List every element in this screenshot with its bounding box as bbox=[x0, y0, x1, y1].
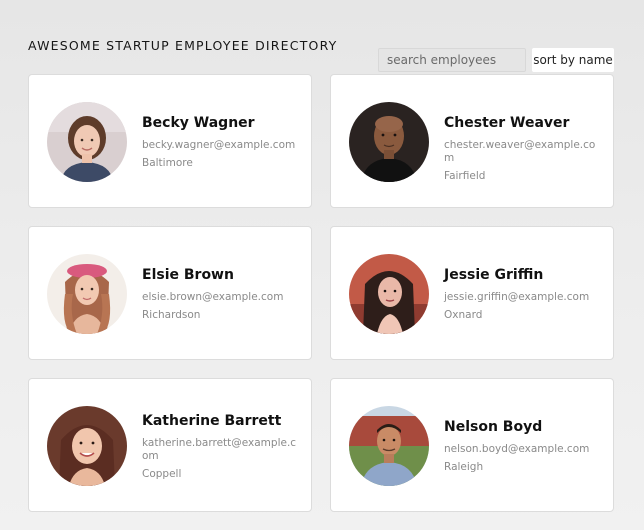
avatar bbox=[349, 406, 429, 486]
employee-city: Coppell bbox=[142, 468, 182, 480]
page-title: AWESOME STARTUP EMPLOYEE DIRECTORY bbox=[28, 38, 338, 53]
employee-name: Jessie Griffin bbox=[444, 267, 544, 283]
avatar bbox=[47, 406, 127, 486]
avatar bbox=[47, 102, 127, 182]
employee-name: Chester Weaver bbox=[444, 115, 570, 131]
employee-email: elsie.brown@example.com bbox=[142, 291, 284, 303]
employee-city: Fairfield bbox=[444, 170, 486, 182]
employee-email: nelson.boyd@example.com bbox=[444, 443, 590, 455]
employee-city: Richardson bbox=[142, 309, 201, 321]
employee-city: Oxnard bbox=[444, 309, 483, 321]
employee-email: jessie.griffin@example.com bbox=[444, 291, 590, 303]
employee-card[interactable]: Nelson Boyd nelson.boyd@example.com Rale… bbox=[330, 378, 614, 512]
employee-card[interactable]: Katherine Barrett katherine.barrett@exam… bbox=[28, 378, 312, 512]
employee-card[interactable]: Becky Wagner becky.wagner@example.com Ba… bbox=[28, 74, 312, 208]
employee-email: chester.weaver@example.com bbox=[444, 139, 596, 164]
employee-card[interactable]: Elsie Brown elsie.brown@example.com Rich… bbox=[28, 226, 312, 360]
employee-name: Becky Wagner bbox=[142, 115, 255, 131]
employee-name: Elsie Brown bbox=[142, 267, 234, 283]
search-input[interactable] bbox=[378, 48, 526, 72]
employee-city: Raleigh bbox=[444, 461, 484, 473]
avatar bbox=[349, 102, 429, 182]
employee-name: Katherine Barrett bbox=[142, 413, 282, 429]
employee-email: katherine.barrett@example.com bbox=[142, 437, 297, 462]
employee-card[interactable]: Chester Weaver chester.weaver@example.co… bbox=[330, 74, 614, 208]
employee-email: becky.wagner@example.com bbox=[142, 139, 296, 151]
avatar bbox=[349, 254, 429, 334]
employee-card[interactable]: Jessie Griffin jessie.griffin@example.co… bbox=[330, 226, 614, 360]
employee-city: Baltimore bbox=[142, 157, 193, 169]
employee-name: Nelson Boyd bbox=[444, 419, 543, 435]
avatar bbox=[47, 254, 127, 334]
sort-by-name-button[interactable]: sort by name bbox=[532, 48, 614, 72]
